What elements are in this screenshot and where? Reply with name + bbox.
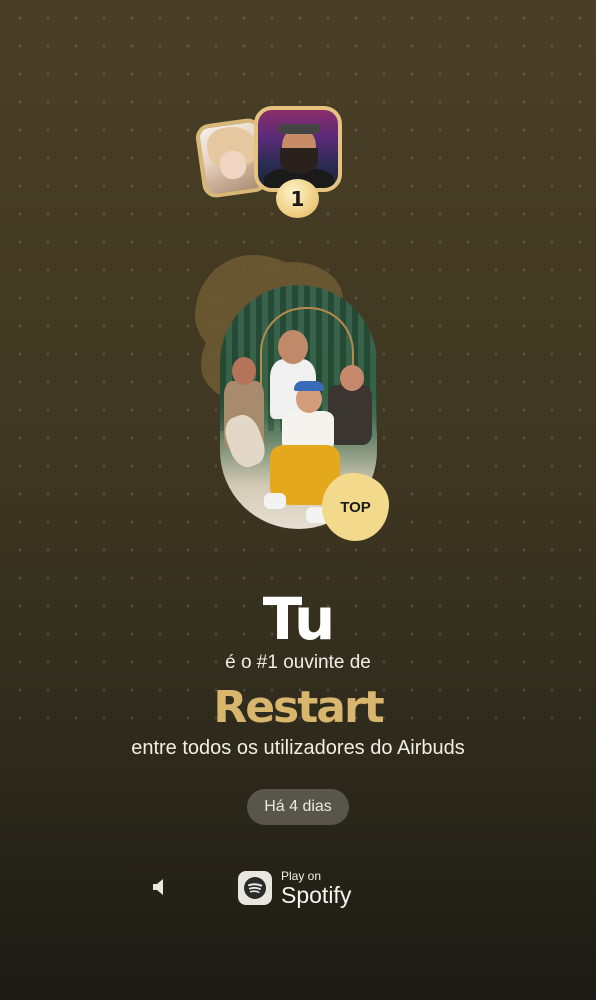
service-label: Spotify <box>281 881 352 908</box>
listener-name: Tu <box>262 585 335 653</box>
spotify-logo-icon <box>238 871 272 905</box>
play-on-label: Play on <box>281 868 322 883</box>
scope-description: entre todos os utilizadores do Airbuds <box>131 737 465 759</box>
speaker-icon[interactable] <box>147 874 173 900</box>
listener-avatars: 1 <box>0 0 596 230</box>
artist-name[interactable]: Restart <box>0 682 596 733</box>
rank-badge: 1 <box>276 179 319 218</box>
rank-description: é o #1 ouvinte de <box>225 652 371 673</box>
time-ago-pill: Há 4 dias <box>247 789 349 825</box>
play-on-spotify-button[interactable]: Play on Spotify <box>238 867 368 909</box>
